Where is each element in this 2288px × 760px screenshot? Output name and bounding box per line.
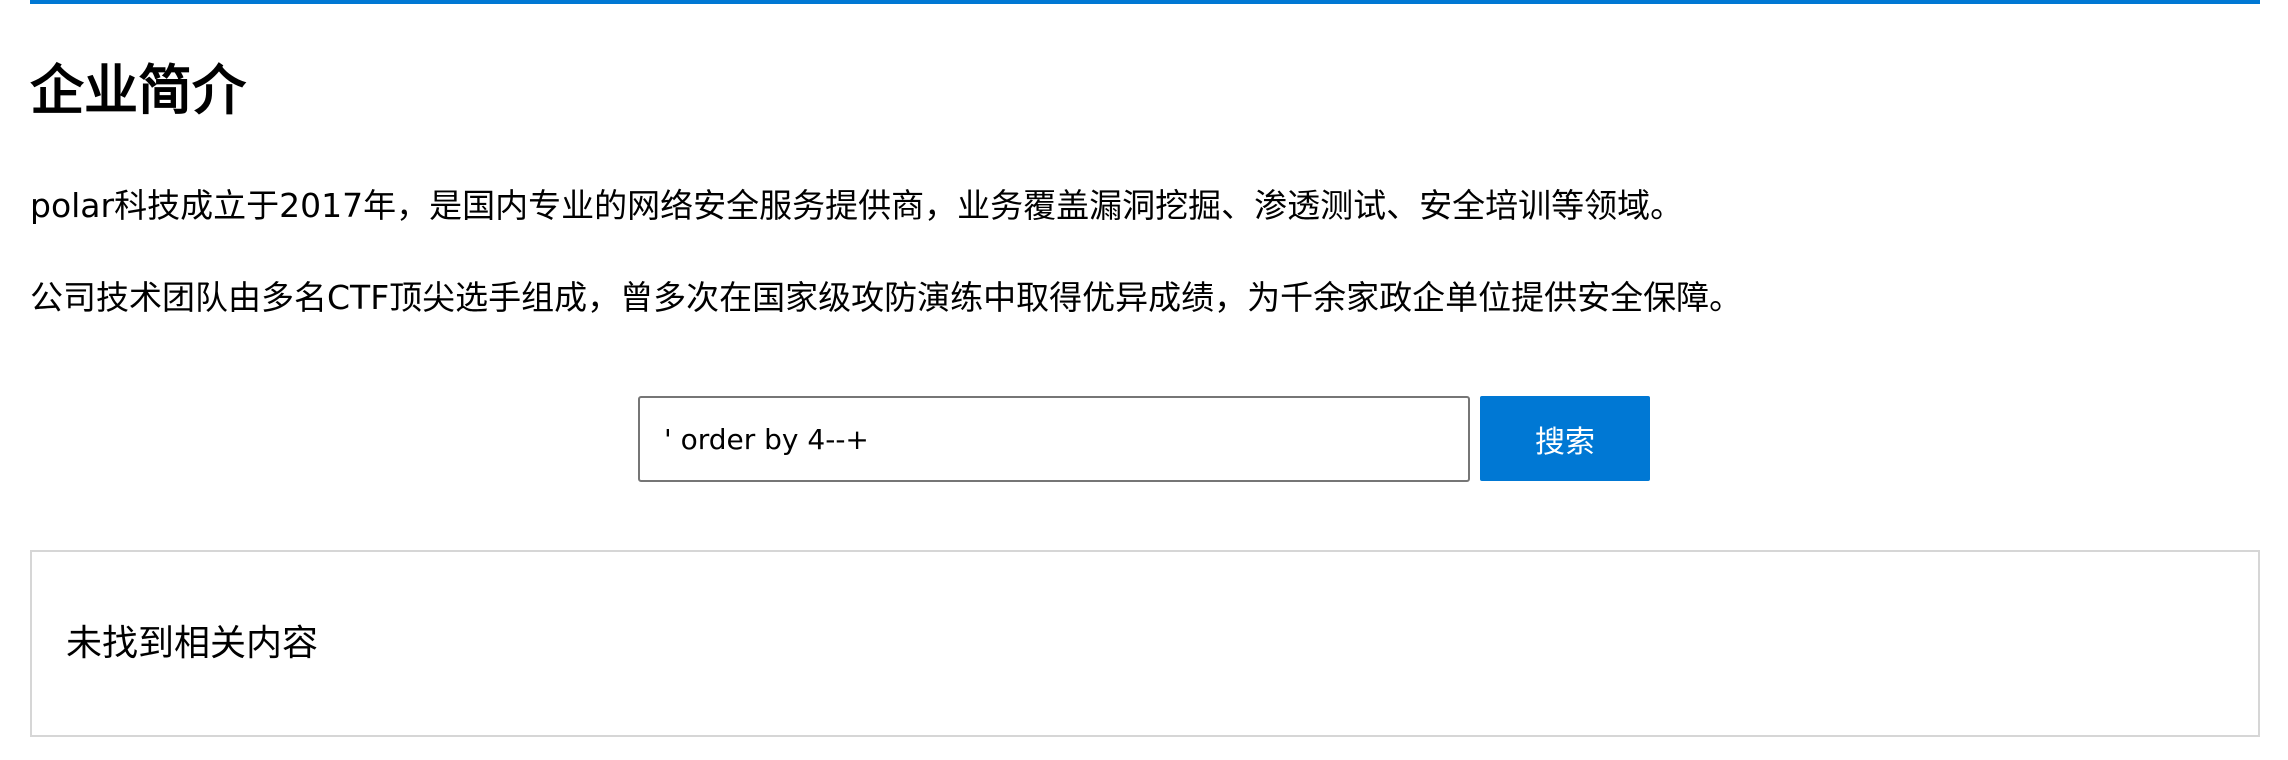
search-button[interactable]: 搜索 <box>1480 396 1650 481</box>
search-input[interactable] <box>638 396 1470 482</box>
intro-paragraph-2: 公司技术团队由多名CTF顶尖选手组成，曾多次在国家级攻防演练中取得优异成绩，为千… <box>30 278 1743 317</box>
top-accent-bar <box>30 0 2260 4</box>
page-title: 企业简介 <box>30 59 246 122</box>
search-result-panel: 未找到相关内容 <box>30 550 2260 737</box>
intro-paragraph-1: polar科技成立于2017年，是国内专业的网络安全服务提供商，业务覆盖漏洞挖掘… <box>30 186 1684 225</box>
search-bar: 搜索 <box>638 396 1650 482</box>
page: 企业简介 polar科技成立于2017年，是国内专业的网络安全服务提供商，业务覆… <box>0 0 2288 760</box>
result-message: 未找到相关内容 <box>66 623 319 664</box>
